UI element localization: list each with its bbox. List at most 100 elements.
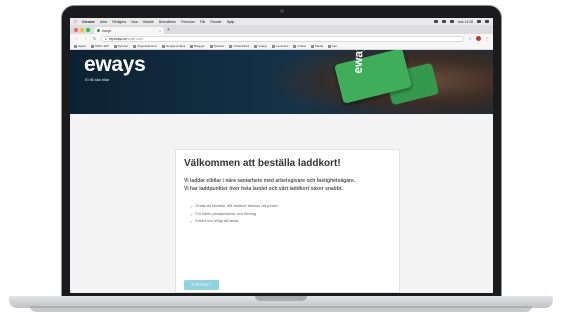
bookmark-item[interactable]: Guays [254,44,267,48]
folder-icon [311,44,315,48]
folder-icon [254,44,258,48]
intro-text: Vi laddar elbilar i nära samarbete med a… [184,177,391,193]
close-tab-icon[interactable]: × [159,29,161,33]
bookmark-item[interactable]: Organisationer [133,44,157,48]
window-controls [74,28,90,32]
close-window-button[interactable] [74,28,78,32]
checkmark-icon: ✓ [190,204,194,209]
menu-arkiv[interactable]: Arkiv [100,20,108,24]
list-item: ✓ Gratis att beställa, ditt laddkort skic… [190,203,391,211]
status-area: tors 14:28 [433,20,489,24]
benefit-list: ✓ Gratis att beställa, ditt laddkort skic… [190,203,391,226]
bookmark-item[interactable]: Media [311,44,323,48]
menu-fonster[interactable]: Fönster [210,20,222,24]
bookmark-item[interactable]: Tjänster [209,44,225,48]
folder-icon [229,44,233,48]
folder-icon [293,44,297,48]
checkmark-icon: ✓ [190,219,194,224]
battery-icon[interactable] [441,20,446,23]
eways-favicon-icon [97,29,100,32]
apple-menu-icon[interactable]:  [74,19,77,24]
bookmark-label: Nyheter [117,44,129,48]
page-title: Välkommen att beställa laddkort! [184,158,341,169]
folder-icon [190,44,194,48]
folder-icon [209,44,213,48]
forward-icon[interactable]: › [83,36,88,41]
bookmark-item[interactable]: Nyheter [113,44,129,48]
profile-avatar[interactable] [476,36,481,41]
bookmark-label: Organisationer [137,44,157,48]
menu-flik[interactable]: Flik [200,20,205,24]
benefit-text: Gratis att beställa, ditt laddkort skick… [195,204,279,208]
fullscreen-window-button[interactable] [86,28,90,32]
bookmark-item[interactable]: Blogger [190,44,205,48]
bookmark-label: Blogger [194,44,205,48]
address-bar[interactable]: ● my.eways.se /order-card [101,35,465,42]
order-card-panel: Välkommen att beställa laddkort! Vi ladd… [175,149,400,293]
reload-icon[interactable]: ↻ [92,36,97,41]
menu-visa[interactable]: Visa [131,20,138,24]
bookmark-item[interactable]: Google Analys [161,44,186,48]
bookmarks-bar: Appar Office 365 Nyheter Organisationer … [70,43,493,50]
intro-line-2: Vi har laddpunkter över hela landet och … [184,186,343,192]
tab-eways[interactable]: eways × [94,27,164,34]
folder-icon [113,44,117,48]
bookmark-item[interactable]: Ordrar [293,44,306,48]
bookmark-label: Ordrar [297,44,307,48]
back-icon[interactable]: ‹ [74,36,79,41]
bookmark-label: Hur [332,44,338,48]
folder-icon [328,44,332,48]
laptop-notch [255,296,307,301]
bookmark-label: Media [315,44,324,48]
card-logo-text: eways [350,50,366,74]
menu-clock[interactable]: tors 14:28 [458,20,473,24]
new-tab-button[interactable]: + [167,27,170,33]
folder-icon [161,44,165,48]
bookmark-label: Appar [78,44,87,48]
lock-icon: ● [105,36,107,41]
site-tagline: El till alla bilar [85,77,110,82]
continue-button[interactable]: FORTSÄTT [184,280,219,290]
bookmark-star-icon[interactable]: ☆ [468,36,472,41]
bookmark-label: Tjänster [213,44,225,48]
bookmark-label: Leverans [276,44,289,48]
list-item: ✓ För både privatpersoner och företag [190,211,391,219]
bookmark-item[interactable]: Office 365 [91,44,109,48]
checkmark-icon: ✓ [190,211,194,217]
menu-bokmarken[interactable]: Bokmärken [159,20,176,24]
bookmark-item[interactable]: Infrastruktur [229,44,249,48]
bookmark-label: Infrastruktur [233,44,250,48]
folder-icon [133,44,137,48]
url-host: my.eways.se [108,36,127,41]
wifi-icon[interactable] [433,20,438,23]
menu-personer[interactable]: Personer [181,20,195,24]
site-logo[interactable]: eways [84,53,146,77]
browser-toolbar: ‹ › ↻ ● my.eways.se /order-card ☆ ⋮ [70,34,493,43]
laptop-scene:  Chrome Arkiv Redigera Visa Historik Bo… [0,0,562,325]
web-page: eways eways El till alla bilar Välkommen… [70,50,493,293]
menu-hjalp[interactable]: Hjälp [227,20,235,24]
menu-app-chrome[interactable]: Chrome [82,20,95,24]
office-icon [91,44,95,48]
menu-historik[interactable]: Historik [143,20,154,24]
menu-redigera[interactable]: Redigera [112,20,126,24]
bookmark-item[interactable]: Hur [328,44,337,48]
bookmark-label: Google Analys [165,44,186,48]
bookmark-item[interactable]: Leverans [272,44,288,48]
bookmark-item[interactable]: Appar [74,44,86,48]
laptop-shadow [30,306,532,312]
minimize-window-button[interactable] [80,28,84,32]
notification-center-icon[interactable] [485,20,489,23]
bookmark-label: Office 365 [95,44,109,48]
menu-kebab-icon[interactable]: ⋮ [485,36,489,41]
screen:  Chrome Arkiv Redigera Visa Historik Bo… [70,18,493,293]
benefit-text: För både privatpersoner och företag [195,211,256,216]
volume-icon[interactable] [449,20,454,23]
intro-line-1: Vi laddar elbilar i nära samarbete med a… [184,178,356,184]
hero-banner: eways eways El till alla bilar [70,50,493,114]
search-icon[interactable] [477,20,481,23]
camera [280,9,284,13]
apps-icon [74,44,77,48]
tab-strip: eways × + [70,25,493,34]
list-item: ✓ Enkelt och billigt att ladda [190,218,391,226]
